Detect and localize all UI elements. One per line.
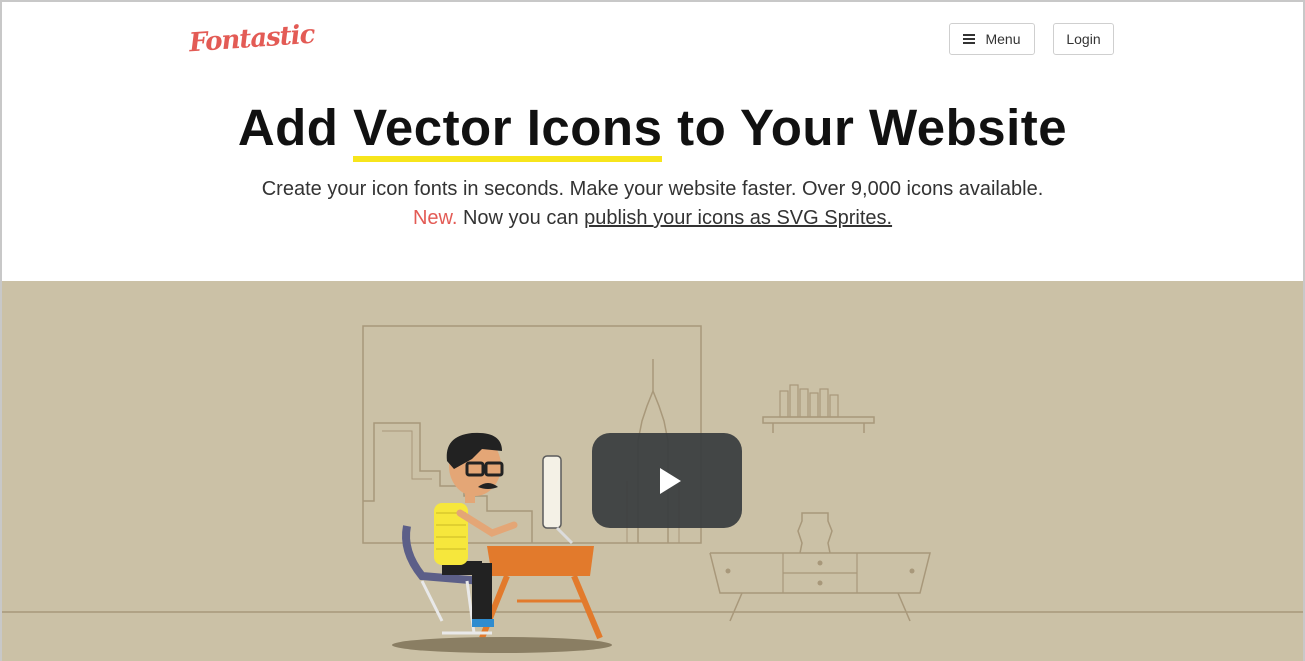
new-badge: New. xyxy=(412,207,458,229)
page-headline: Add Vector Icons to Your Website xyxy=(2,98,1303,162)
hamburger-icon xyxy=(963,32,976,46)
play-video-button[interactable] xyxy=(592,433,742,528)
headline-pre: Add xyxy=(237,99,354,156)
login-button[interactable]: Login xyxy=(1053,23,1114,55)
subtitle: Create your icon fonts in seconds. Make … xyxy=(261,178,1044,200)
headline-highlight: Vector Icons xyxy=(353,99,663,162)
menu-button[interactable]: Menu xyxy=(949,23,1035,55)
hero-video-area xyxy=(2,281,1303,661)
login-button-label: Login xyxy=(1066,31,1101,47)
svg-sprites-link[interactable]: publish your icons as SVG Sprites. xyxy=(584,207,892,229)
sprites-pre-text: Now you can xyxy=(457,207,585,229)
page-header: Fontastic Menu Login Add Vector Icons to… xyxy=(2,2,1303,281)
menu-button-label: Menu xyxy=(985,31,1021,47)
headline-post: to Your Website xyxy=(662,99,1068,156)
svg-sprites-notice: New. Now you can publish your icons as S… xyxy=(2,207,1303,230)
fontastic-logo[interactable]: Fontastic xyxy=(188,20,315,59)
play-icon xyxy=(659,467,681,494)
